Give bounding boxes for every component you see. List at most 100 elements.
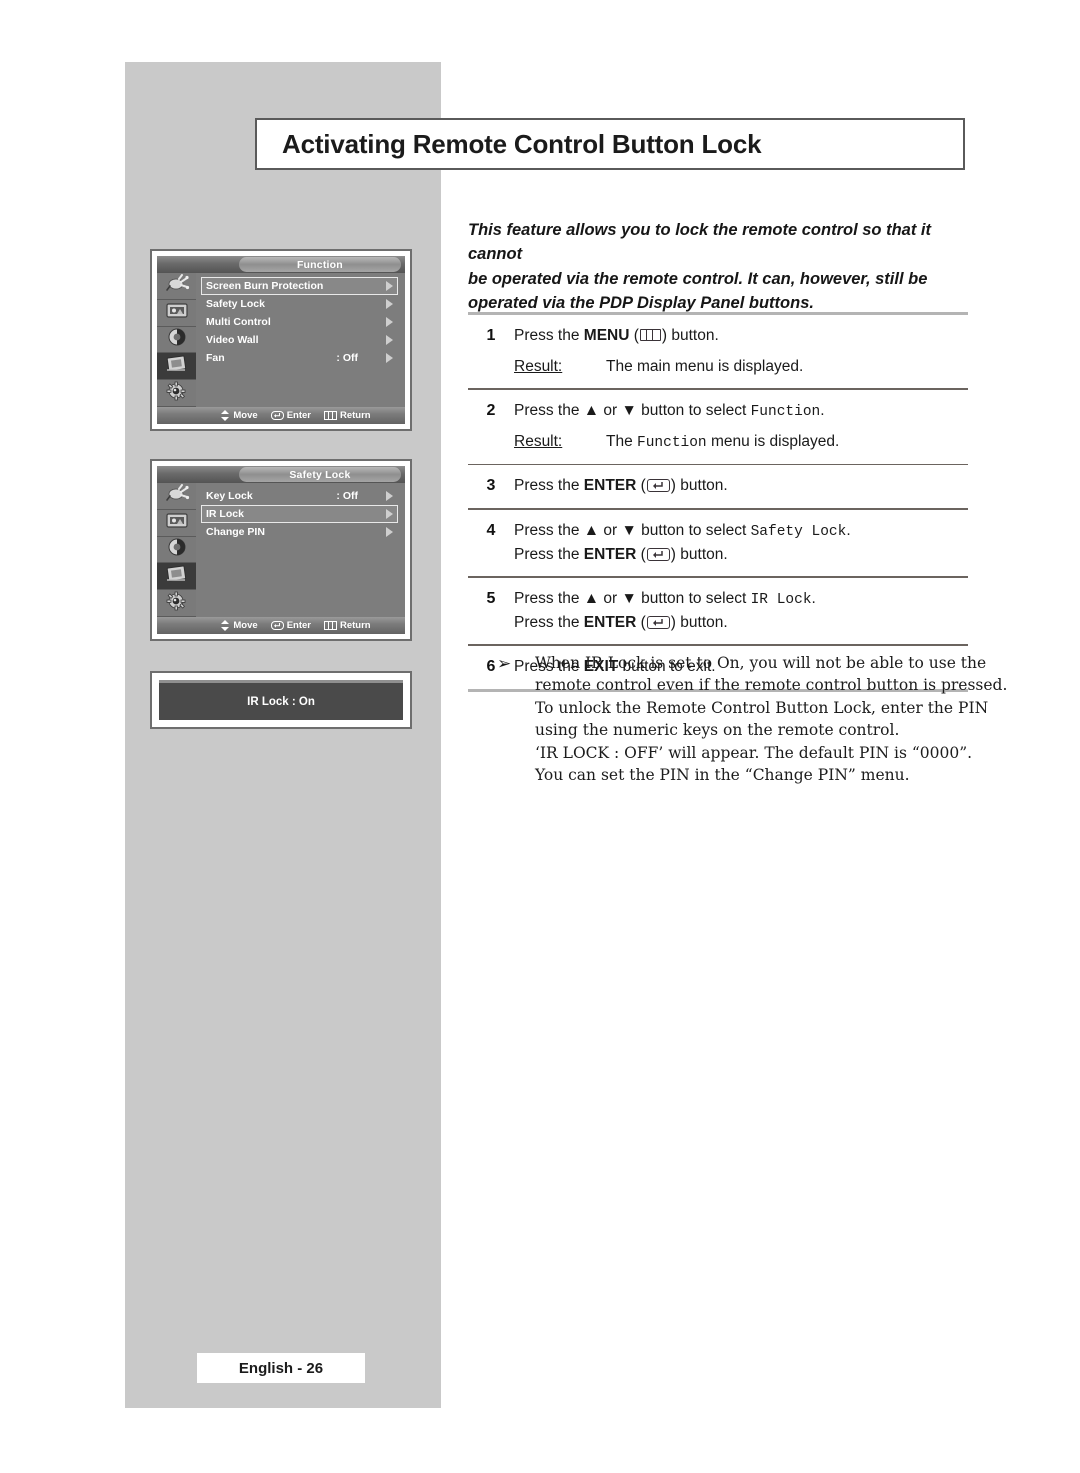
osd-item-label: Key Lock [206, 490, 253, 502]
function-chip-icon [164, 354, 190, 379]
osd-item-label: Safety Lock [206, 298, 265, 310]
step-number: 5 [486, 589, 496, 607]
result-label: Result: [514, 433, 563, 451]
step-text-pre: Press the ▲ or ▼ button to select [514, 401, 751, 419]
rail-item-picture[interactable] [157, 510, 196, 537]
menu-key-icon [323, 621, 337, 630]
osd-item-label: Change PIN [206, 526, 265, 538]
result-text-pre: The [606, 433, 638, 451]
hint-label: Return [339, 410, 371, 421]
intro-line-2: be operated via the remote control. It c… [468, 269, 928, 288]
rail-item-setup[interactable] [157, 380, 196, 407]
chevron-right-icon [386, 317, 393, 327]
osd-item-multi-control[interactable]: Multi Control [201, 313, 398, 331]
osd-item-label: Screen Burn Protection [206, 280, 324, 292]
sound-icon [165, 537, 189, 562]
picture-icon [164, 511, 190, 534]
page-footer-label: English - 26 [238, 1359, 324, 1377]
osd-icon-rail [157, 273, 196, 407]
osd-item-key-lock[interactable]: Key Lock : Off [201, 487, 398, 505]
osd-title: Function [296, 258, 343, 271]
input-source-icon [164, 484, 190, 507]
steps-list: 1 Press the MENU () button. Result: The … [468, 312, 968, 692]
osd-item-safety-lock[interactable]: Safety Lock [201, 295, 398, 313]
osd-safety-lock-menu: Safety Lock Key Lock: Off IR Lock Chang… [150, 459, 412, 641]
rail-item-input-source[interactable] [157, 273, 196, 300]
setup-gear-icon [165, 591, 189, 616]
rail-item-function[interactable] [157, 563, 196, 591]
osd-ir-lock-toast: IR Lock : On [150, 671, 412, 729]
enter-key-icon [270, 621, 284, 630]
chevron-right-icon [386, 527, 393, 537]
osd-title-pill: Function [238, 257, 401, 272]
hint-return: Return [323, 620, 371, 631]
step-number: 3 [486, 477, 496, 495]
key-label: MENU [583, 327, 630, 344]
sound-icon [165, 327, 189, 352]
chevron-right-icon [386, 491, 393, 501]
enter-key-icon [270, 411, 284, 420]
move-updown-icon [221, 410, 230, 421]
step-body: Press the ▲ or ▼ button to select IR Loc… [514, 589, 816, 632]
rail-item-sound[interactable] [157, 327, 196, 354]
rail-item-picture[interactable] [157, 300, 196, 327]
menu-key-icon [323, 411, 337, 420]
osd-titlebar: Function [157, 256, 405, 273]
step-text-pre: Press the [514, 477, 584, 495]
osd-item-label: IR Lock [206, 508, 244, 520]
note-line: ‘IR LOCK : OFF’ will appear. The default… [535, 743, 973, 762]
osd-item-value: : Off [336, 352, 358, 364]
osd-item-video-wall[interactable]: Video Wall [201, 331, 398, 349]
menu-key-icon [639, 329, 661, 341]
rail-item-input-source[interactable] [157, 483, 196, 510]
step-2: 2 Press the ▲ or ▼ button to select Func… [468, 390, 968, 464]
chevron-right-icon [386, 353, 393, 363]
rail-item-sound[interactable] [157, 537, 196, 564]
rail-item-function[interactable] [157, 353, 196, 381]
rail-item-setup[interactable] [157, 590, 196, 617]
hint-move: Move [221, 410, 258, 421]
enter-key-icon [646, 548, 670, 562]
osd-item-value: : Off [336, 490, 358, 502]
hint-label: Move [233, 620, 258, 631]
chevron-right-icon [386, 281, 393, 291]
osd-footer-hints: Move Enter Return [157, 617, 405, 634]
setup-gear-icon [165, 381, 189, 406]
osd-item-ir-lock[interactable]: IR Lock [201, 505, 398, 523]
picture-icon [164, 301, 190, 324]
osd-title: Safety Lock [289, 468, 351, 481]
note-line: remote control even if the remote contro… [535, 676, 1008, 695]
step-5: 5 Press the ▲ or ▼ button to select IR L… [468, 578, 968, 644]
toast-text: IR Lock : On [247, 695, 315, 708]
step-line2-pre: Press the [514, 546, 584, 564]
osd-function-menu: Function Screen Burn Protection Safety L… [150, 249, 412, 431]
osd-item-label: Video Wall [206, 334, 259, 346]
osd-item-screen-burn-protection[interactable]: Screen Burn Protection [201, 277, 398, 295]
key-label: ENTER [583, 477, 637, 495]
step-text-pre: Press the ▲ or ▼ button to select [514, 589, 751, 607]
step-mono-token: Safety Lock [750, 523, 847, 540]
step-body: Press the MENU () button. Result: The ma… [514, 324, 968, 379]
step-body: Press the ▲ or ▼ button to select Safety… [514, 521, 851, 564]
osd-item-change-pin[interactable]: Change PIN [201, 523, 398, 541]
key-label: ENTER [583, 614, 637, 632]
move-updown-icon [221, 620, 230, 631]
intro-line-1: This feature allows you to lock the remo… [468, 221, 931, 264]
step-text-post: button. [675, 477, 728, 495]
osd-titlebar: Safety Lock [157, 466, 405, 483]
chevron-right-icon [386, 509, 393, 519]
step-line2-post: button. [675, 546, 728, 564]
osd-item-fan[interactable]: Fan : Off [201, 349, 398, 367]
osd-icon-rail [157, 483, 196, 617]
step-3: 3 Press the ENTER () button. [468, 465, 968, 508]
step-1: 1 Press the MENU () button. Result: The … [468, 315, 968, 388]
step-number: 2 [486, 401, 496, 419]
chevron-right-icon [386, 335, 393, 345]
enter-key-icon [646, 479, 670, 493]
result-text: The main menu is displayed. [606, 358, 804, 376]
hint-label: Enter [286, 620, 311, 631]
osd-item-list: Key Lock : Off IR Lock Change PIN [196, 483, 405, 617]
step-line2-post: button. [675, 614, 728, 632]
note-line: You can set the PIN in the “Change PIN” … [535, 766, 910, 785]
step-text-post: . [846, 521, 851, 539]
